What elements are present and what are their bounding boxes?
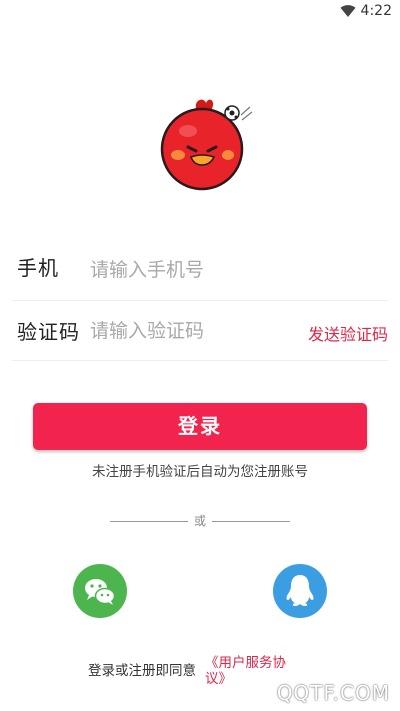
or-divider: 或: [110, 512, 290, 530]
code-row: 验证码 发送验证码: [12, 300, 388, 361]
phone-label: 手机号码: [17, 256, 59, 280]
agreement-text: 登录或注册即同意: [88, 663, 196, 679]
qq-icon: [286, 575, 314, 606]
code-label: 验证码: [17, 320, 80, 344]
code-input[interactable]: [90, 315, 280, 347]
wifi-icon: [340, 5, 356, 17]
phone-input[interactable]: [90, 254, 290, 286]
watermark: QQTF.COM: [276, 681, 390, 705]
status-time: 4:22: [360, 3, 392, 19]
wechat-icon: [85, 579, 116, 605]
divider-line-right: [212, 521, 290, 522]
login-button[interactable]: 登录: [33, 403, 367, 450]
wechat-login-button[interactable]: [73, 564, 127, 618]
qq-login-button[interactable]: [273, 564, 327, 618]
send-code-button[interactable]: 发送验证码: [308, 321, 388, 345]
phone-row: 手机号码: [12, 240, 388, 301]
register-hint: 未注册手机验证后自动为您注册账号: [92, 464, 308, 480]
status-bar: 4:22: [0, 0, 400, 24]
red-bird-mascot-icon: [160, 99, 253, 191]
